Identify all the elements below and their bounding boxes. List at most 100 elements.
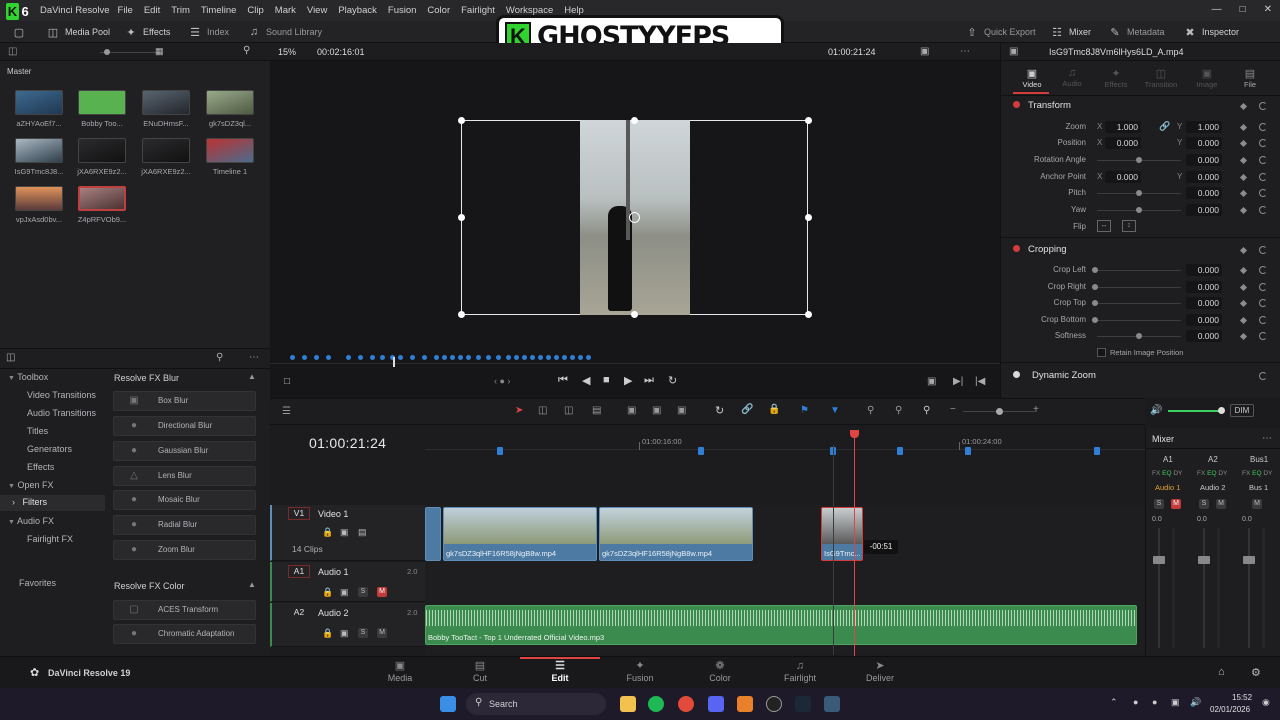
thumb-size-knob[interactable] <box>104 49 110 55</box>
position-keyframe-icon[interactable] <box>1239 139 1248 148</box>
tab-transition[interactable]: ◫ Transition <box>1141 67 1181 89</box>
menu-clip[interactable]: Clip <box>247 5 263 16</box>
viewer-keyframe-dot[interactable] <box>442 355 447 360</box>
speaker-icon[interactable]: 🔊 <box>1150 405 1162 416</box>
pitch-field[interactable]: 0.000 <box>1186 187 1222 199</box>
a2-tag[interactable]: A2 <box>288 606 310 619</box>
softness-reset-icon[interactable] <box>1259 332 1267 340</box>
page-fusion[interactable]: ✦ Fusion <box>600 657 680 689</box>
viewer-keyframe-dot[interactable] <box>530 355 535 360</box>
viewer-keyframe-dot[interactable] <box>346 355 351 360</box>
timeline-options-icon[interactable]: ☰ <box>282 406 291 417</box>
stop-icon[interactable]: ■ <box>603 374 610 386</box>
volume-knob[interactable] <box>1218 407 1225 414</box>
prev-edit-icon[interactable]: |◀ <box>975 376 985 387</box>
menu-timeline[interactable]: Timeline <box>201 5 237 16</box>
page-cut[interactable]: ▤ Cut <box>440 657 520 689</box>
viewer-keyframe-dot[interactable] <box>410 355 415 360</box>
tab-effects[interactable]: ✦ Effects <box>1101 67 1131 89</box>
tree-favorites[interactable]: Favorites <box>19 578 56 588</box>
v1-visibility-icon[interactable]: ▤ <box>358 527 367 538</box>
tree-open-fx[interactable]: ▼ Open FX <box>8 480 53 490</box>
softness-field[interactable]: 0.000 <box>1186 330 1222 342</box>
viewer-keyframe-dot[interactable] <box>302 355 307 360</box>
timeline-marker[interactable] <box>698 447 704 455</box>
fader-knob-a2[interactable] <box>1198 556 1210 564</box>
replace-clip-icon[interactable]: ▣ <box>677 405 686 416</box>
zoom-detail-icon[interactable]: ⚲ <box>895 405 902 416</box>
video-clip-1[interactable]: gk7sDZ3qlHF16R58jNgB8w.mp4 <box>443 507 597 561</box>
fx-options-icon[interactable]: ⋯ <box>249 352 259 363</box>
yaw-slider-knob[interactable] <box>1136 207 1142 213</box>
tab-video[interactable]: ▣ Video <box>1019 67 1045 89</box>
viewer-keyframe-dot[interactable] <box>496 355 501 360</box>
viewer-keyframe-dot[interactable] <box>486 355 491 360</box>
crop-bottom-knob[interactable] <box>1092 317 1098 323</box>
insert-clip-icon[interactable]: ▣ <box>627 405 636 416</box>
cropping-enable-dot[interactable] <box>1013 245 1020 252</box>
tree-fairlight-fx[interactable]: Fairlight FX <box>27 534 73 544</box>
mixer-a1-solo[interactable]: S <box>1154 499 1164 509</box>
mixer-a1-mute[interactable]: M <box>1171 499 1181 509</box>
timeline-marker[interactable] <box>1094 447 1100 455</box>
timeline-timecode[interactable]: 01:00:21:24 <box>309 435 386 451</box>
metadata-button[interactable]: ✎ Metadata <box>1108 24 1164 40</box>
a1-auto-select-icon[interactable]: ▣ <box>340 587 349 598</box>
zoom-custom-icon[interactable]: ⚲ <box>923 405 930 416</box>
video-clip-partial[interactable] <box>425 507 441 561</box>
crop-right-reset-icon[interactable] <box>1259 283 1267 291</box>
steam-icon[interactable] <box>795 696 811 712</box>
fx-zoom-blur[interactable]: ● Zoom Blur <box>113 540 256 560</box>
linked-selection-icon[interactable]: 🔗 <box>741 404 753 415</box>
tree-video-transitions[interactable]: Video Transitions <box>27 390 96 400</box>
viewer-keyframe-dot[interactable] <box>434 355 439 360</box>
crop-left-knob[interactable] <box>1092 267 1098 273</box>
menu-edit[interactable]: Edit <box>144 5 160 16</box>
link-icon[interactable]: 🔗 <box>1159 121 1170 132</box>
v1-auto-select-icon[interactable]: ▣ <box>340 527 349 538</box>
view-options-icon[interactable]: ▣ <box>920 46 929 57</box>
match-frame-icon[interactable]: ▣ <box>927 376 936 387</box>
flag-icon[interactable]: ⚑ <box>800 405 809 416</box>
crop-bottom-slider[interactable] <box>1097 320 1181 321</box>
taskbar-search-box[interactable]: ⚲ Search <box>466 693 606 715</box>
video-clip-3-selected[interactable]: IsG9Tmc... <box>821 507 863 561</box>
dynamic-zoom-section-header[interactable]: Dynamic Zoom <box>1013 370 1280 390</box>
fx-mosaic-blur[interactable]: ● Mosaic Blur <box>113 490 256 510</box>
fader-track-a1[interactable] <box>1158 528 1160 648</box>
pitch-slider-knob[interactable] <box>1136 190 1142 196</box>
handle-bm[interactable] <box>631 311 638 318</box>
yaw-keyframe-icon[interactable] <box>1239 206 1248 215</box>
menu-fusion[interactable]: Fusion <box>388 5 417 16</box>
retain-position-checkbox[interactable] <box>1097 348 1106 357</box>
timeline-thumb[interactable] <box>206 138 254 163</box>
selection-tool-icon[interactable]: ➤ <box>515 405 523 416</box>
reverse-icon[interactable]: ◀ <box>582 374 590 387</box>
app-icon[interactable] <box>737 696 753 712</box>
viewer-keyframe-dot[interactable] <box>314 355 319 360</box>
a2-auto-select-icon[interactable]: ▣ <box>340 628 349 639</box>
menu-playback[interactable]: Playback <box>338 5 377 16</box>
transform-section-header[interactable]: Transform <box>1013 100 1280 120</box>
grid-view-icon[interactable]: ▦ <box>155 46 164 57</box>
tab-audio[interactable]: ♫ Audio <box>1059 67 1085 88</box>
anchor-x-field[interactable]: 0.000 <box>1105 171 1141 183</box>
viewer-playhead[interactable] <box>393 357 395 367</box>
index-button[interactable]: ☰ Index <box>188 24 229 40</box>
tab-image[interactable]: ▣ Image <box>1193 67 1221 89</box>
effects-button[interactable]: ✦ Effects <box>124 24 170 40</box>
viewer-keyframe-dot[interactable] <box>450 355 455 360</box>
rotation-slider-knob[interactable] <box>1136 157 1142 163</box>
zoom-x-field[interactable]: 1.000 <box>1105 121 1141 133</box>
dynamic-zoom-reset-icon[interactable] <box>1259 372 1267 380</box>
anchor-reset-icon[interactable] <box>1259 173 1267 181</box>
jog-control[interactable]: ‹ ● › <box>494 376 510 386</box>
mixer-options-icon[interactable]: ⋯ <box>1262 433 1272 444</box>
mixer-fx-eq-bus[interactable]: FX EQ DY <box>1242 470 1272 477</box>
crop-left-keyframe-icon[interactable] <box>1239 266 1248 275</box>
snapping-icon[interactable]: ↻ <box>715 404 724 417</box>
viewer-keyframe-dot[interactable] <box>290 355 295 360</box>
media-thumb-6[interactable] <box>78 138 126 163</box>
minimize-icon[interactable]: — <box>1212 4 1222 15</box>
position-reset-icon[interactable] <box>1259 139 1267 147</box>
